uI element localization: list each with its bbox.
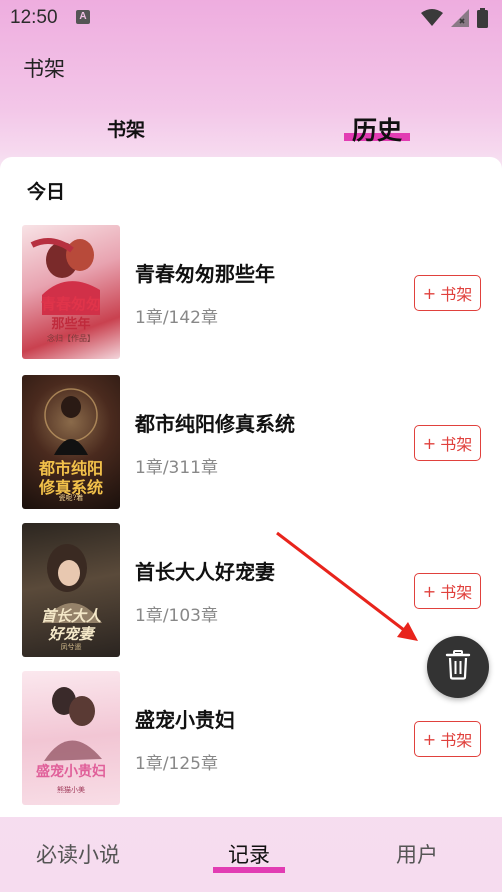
- add-to-shelf-label: 书架: [440, 583, 473, 602]
- trash-icon: [445, 650, 471, 684]
- book-cover[interactable]: 青春匆匆 那些年 念归【作品】: [22, 225, 120, 359]
- section-title-today: 今日: [27, 181, 66, 203]
- app-title: 书架: [23, 57, 65, 81]
- notification-icon: A: [76, 10, 90, 24]
- add-to-shelf-label: 书架: [440, 435, 473, 454]
- list-item[interactable]: 盛宠小贵妇 熊猫小美 盛宠小贵妇 1章/125章 + 书架: [0, 671, 502, 807]
- bottom-nav: 必读小说 记录 用户: [0, 817, 502, 892]
- book-progress: 1章/103章: [135, 606, 218, 626]
- book-title[interactable]: 青春匆匆那些年: [135, 258, 275, 287]
- plus-icon: +: [422, 581, 437, 601]
- cover-title-line1: 青春匆匆: [40, 295, 101, 313]
- delete-fab-button[interactable]: [427, 636, 489, 698]
- history-panel: 今日 青春匆匆 那些年 念归【作品】 青春匆匆那些年 1章/142章 + 书架: [0, 157, 502, 817]
- nav-must-read[interactable]: 必读小说: [36, 839, 120, 869]
- battery-icon: [477, 8, 488, 32]
- book-cover[interactable]: 首长大人 好宠妻 凤兮遥: [22, 523, 120, 657]
- cover-title-line1: 盛宠小贵妇: [36, 764, 106, 780]
- book-progress: 1章/311章: [135, 458, 218, 478]
- tab-history[interactable]: 历史: [340, 105, 414, 153]
- add-to-shelf-button[interactable]: + 书架: [414, 425, 481, 461]
- book-progress: 1章/142章: [135, 308, 218, 328]
- add-to-shelf-button[interactable]: + 书架: [414, 721, 481, 757]
- add-to-shelf-label: 书架: [440, 285, 473, 304]
- cover-author: 凤兮遥: [60, 643, 82, 651]
- book-title[interactable]: 盛宠小贵妇: [135, 704, 235, 733]
- book-title[interactable]: 都市纯阳修真系统: [135, 408, 295, 437]
- tab-bar: 书架 历史: [0, 105, 502, 155]
- status-time: 12:50: [10, 7, 58, 28]
- tab-history-label: 历史: [351, 116, 402, 145]
- plus-icon: +: [422, 729, 437, 749]
- status-icons: [421, 8, 488, 32]
- plus-icon: +: [422, 283, 437, 303]
- list-item[interactable]: 首长大人 好宠妻 凤兮遥 首长大人好宠妻 1章/103章 + 书架: [0, 523, 502, 659]
- wifi-icon: [421, 9, 443, 31]
- list-item[interactable]: 都市纯阳 修真系统 瓷呢?着 都市纯阳修真系统 1章/311章 + 书架: [0, 375, 502, 511]
- plus-icon: +: [422, 433, 437, 453]
- status-bar: 12:50 A: [0, 0, 502, 36]
- cover-title-line2: 那些年: [51, 317, 91, 332]
- book-cover[interactable]: 盛宠小贵妇 熊猫小美: [22, 671, 120, 805]
- book-cover[interactable]: 都市纯阳 修真系统 瓷呢?着: [22, 375, 120, 509]
- nav-user[interactable]: 用户: [396, 839, 438, 869]
- cover-title-line2: 好宠妻: [48, 625, 94, 643]
- nav-records[interactable]: 记录: [213, 839, 285, 873]
- book-progress: 1章/125章: [135, 754, 218, 774]
- list-item[interactable]: 青春匆匆 那些年 念归【作品】 青春匆匆那些年 1章/142章 + 书架: [0, 225, 502, 361]
- nav-selected-indicator: [213, 867, 285, 873]
- book-title[interactable]: 首长大人好宠妻: [135, 556, 275, 585]
- tab-bookshelf[interactable]: 书架: [96, 115, 156, 163]
- cover-author: 熊猫小美: [57, 786, 85, 794]
- nav-records-label: 记录: [228, 843, 270, 867]
- cover-author: 瓷呢?着: [58, 494, 84, 502]
- signal-icon: [451, 9, 469, 31]
- add-to-shelf-button[interactable]: + 书架: [414, 573, 481, 609]
- add-to-shelf-button[interactable]: + 书架: [414, 275, 481, 311]
- cover-author: 念归【作品】: [47, 334, 95, 343]
- add-to-shelf-label: 书架: [440, 731, 473, 750]
